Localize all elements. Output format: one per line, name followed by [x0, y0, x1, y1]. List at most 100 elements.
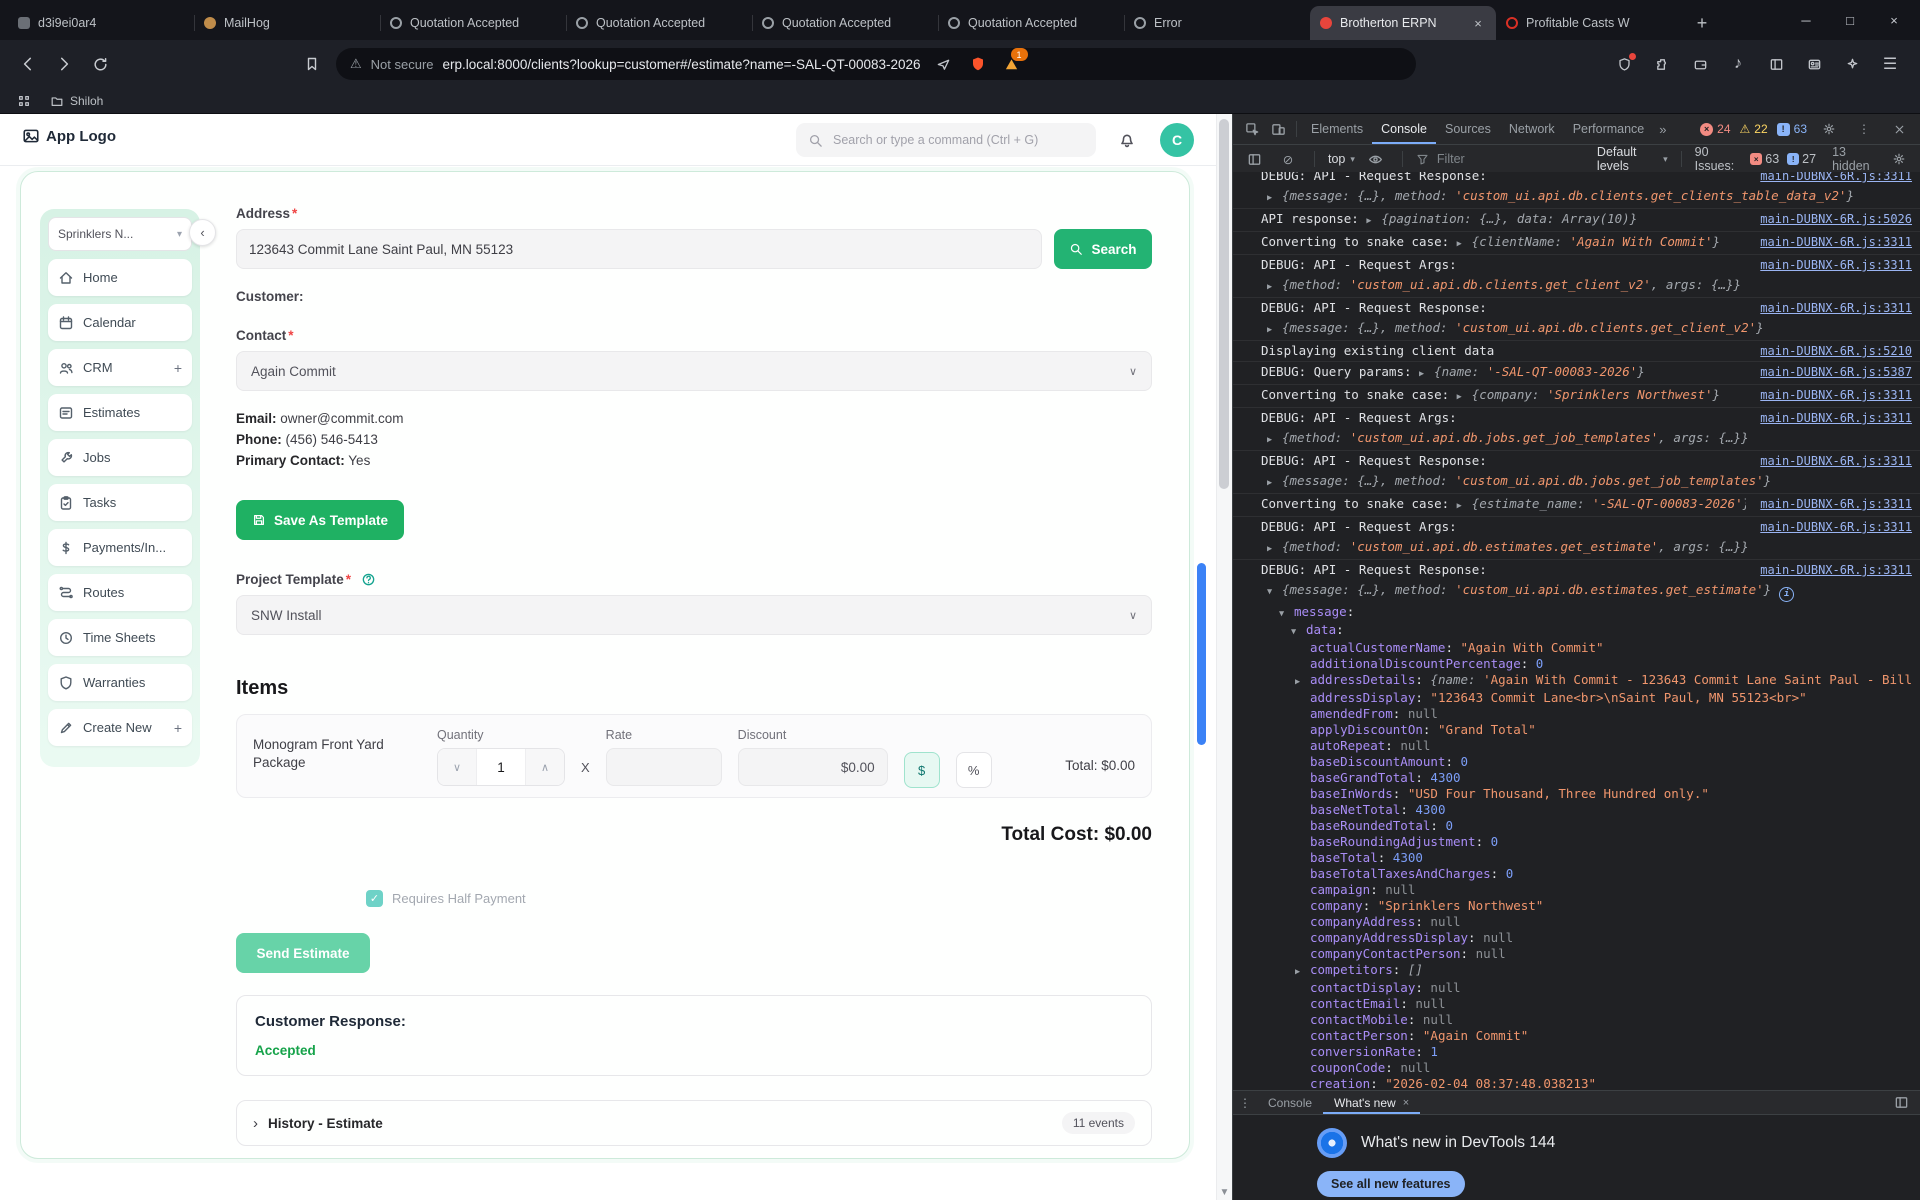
profile-icon[interactable] [1802, 52, 1826, 76]
devtools-tab-sources[interactable]: Sources [1436, 114, 1500, 144]
apps-grid-icon[interactable] [12, 89, 36, 113]
address-input[interactable] [236, 229, 1042, 269]
quantity-increase-button[interactable]: ∧ [526, 749, 564, 785]
source-link[interactable]: main-DUBNX-6R.js:3311 [1746, 234, 1912, 250]
half-payment-checkbox[interactable]: ✓ [366, 890, 383, 907]
url-text[interactable]: erp.local:8000/clients?lookup=customer#/… [443, 57, 921, 72]
expand-arrow-icon[interactable]: ▼ [1291, 624, 1306, 640]
source-link[interactable]: main-DUBNX-6R.js:3311 [1746, 453, 1912, 469]
source-link[interactable]: main-DUBNX-6R.js:5210 [1746, 343, 1912, 359]
back-button[interactable] [12, 48, 44, 80]
sparkle-icon[interactable] [1840, 52, 1864, 76]
address-search-button[interactable]: Search [1054, 229, 1152, 269]
window-maximize-button[interactable]: □ [1828, 3, 1872, 37]
search-input[interactable] [831, 132, 1084, 148]
command-search[interactable] [796, 123, 1096, 157]
live-expression-eye-icon[interactable] [1363, 146, 1389, 172]
bookmark-button[interactable] [296, 48, 328, 80]
sidebar-item-home[interactable]: Home [48, 259, 192, 296]
discount-percent-toggle[interactable]: % [955, 752, 992, 788]
devtools-tab-network[interactable]: Network [1500, 114, 1564, 144]
add-icon[interactable]: + [174, 360, 182, 376]
save-as-template-button[interactable]: Save As Template [236, 500, 405, 540]
drawer-menu-icon[interactable]: ⋮ [1233, 1096, 1257, 1110]
issues-errors-badge[interactable]: × 63 [1750, 152, 1779, 166]
console-settings-icon[interactable] [1886, 146, 1912, 172]
context-selector[interactable]: top ▾ [1328, 152, 1355, 166]
expand-arrow-icon[interactable]: ▶ [1267, 541, 1282, 557]
forward-button[interactable] [48, 48, 80, 80]
expand-arrow-icon[interactable]: ▼ [1279, 606, 1294, 622]
sidebar-item-crm[interactable]: CRM + [48, 349, 192, 386]
source-link[interactable]: main-DUBNX-6R.js:5026 [1746, 211, 1912, 227]
browser-tab[interactable]: Quotation Accepted [752, 6, 938, 40]
browser-tab[interactable]: Quotation Accepted [566, 6, 752, 40]
issues-info-badge[interactable]: ! 27 [1787, 152, 1816, 166]
shield-icon[interactable] [1612, 52, 1636, 76]
brave-rewards-icon[interactable]: 1 [1000, 48, 1028, 76]
avatar[interactable]: C [1160, 123, 1194, 157]
source-link[interactable]: main-DUBNX-6R.js:3311 [1746, 300, 1912, 316]
expand-arrow-icon[interactable]: ▶ [1457, 389, 1472, 405]
new-tab-button[interactable]: + [1688, 9, 1716, 37]
side-panel-icon[interactable] [1764, 52, 1788, 76]
issues-counter[interactable]: ! 63 [1776, 122, 1807, 136]
source-link[interactable]: main-DUBNX-6R.js:3311 [1746, 562, 1912, 578]
sidebar-item-routes[interactable]: Routes [48, 574, 192, 611]
window-minimize-button[interactable]: ─ [1784, 3, 1828, 37]
expand-arrow-icon[interactable]: ▶ [1457, 236, 1472, 252]
issues-label[interactable]: 90 Issues: [1695, 145, 1743, 173]
log-levels-selector[interactable]: Default levels ▾ [1597, 145, 1668, 173]
quantity-decrease-button[interactable]: ∨ [438, 749, 476, 785]
browser-tab[interactable]: Brotherton ERPN × [1310, 6, 1496, 40]
brave-shield-icon[interactable] [966, 52, 990, 76]
info-icon[interactable]: i [1779, 587, 1795, 602]
app-logo[interactable]: App Logo [22, 127, 116, 145]
expand-arrow-icon[interactable]: ▶ [1267, 322, 1282, 338]
rate-input[interactable] [605, 748, 722, 786]
help-icon[interactable] [361, 572, 376, 587]
discount-input[interactable] [737, 748, 888, 786]
bookmark-folder[interactable]: Shiloh [50, 94, 103, 108]
sidebar-item-create-new[interactable]: Create New + [48, 709, 192, 746]
history-accordion[interactable]: › History - Estimate 11 events [236, 1100, 1152, 1146]
wallet-icon[interactable] [1688, 52, 1712, 76]
source-link[interactable]: main-DUBNX-6R.js:3311 [1746, 387, 1912, 403]
error-counter[interactable]: × 24 [1700, 122, 1731, 136]
browser-tab[interactable]: d3i9ei0ar4 [8, 6, 194, 40]
browser-tab[interactable]: Error [1124, 6, 1310, 40]
expand-arrow-icon[interactable]: ▶ [1267, 279, 1282, 295]
window-close-button[interactable]: × [1872, 3, 1916, 37]
close-icon[interactable]: × [1403, 1097, 1409, 1109]
sidebar-item-payments-in[interactable]: Payments/In... [48, 529, 192, 566]
sidebar-item-tasks[interactable]: Tasks [48, 484, 192, 521]
reload-button[interactable] [84, 48, 116, 80]
company-select[interactable]: Sprinklers N... ▾ [48, 217, 192, 251]
sidebar-item-jobs[interactable]: Jobs [48, 439, 192, 476]
source-link[interactable]: main-DUBNX-6R.js:3311 [1746, 410, 1912, 426]
contact-select[interactable]: Again Commit ∨ [236, 351, 1152, 391]
share-icon[interactable] [932, 52, 956, 76]
notifications-bell-icon[interactable] [1118, 130, 1136, 148]
expand-arrow-icon[interactable]: ▶ [1295, 964, 1310, 980]
expand-arrow-icon[interactable]: ▶ [1457, 498, 1472, 514]
scroll-down-arrow[interactable]: ▼ [1217, 1187, 1232, 1198]
discount-dollar-toggle[interactable]: $ [903, 752, 940, 788]
see-all-features-button[interactable]: See all new features [1317, 1171, 1465, 1197]
devtools-kebab-icon[interactable]: ⋮ [1851, 116, 1877, 142]
devtools-close-icon[interactable] [1886, 116, 1912, 142]
expand-arrow-icon[interactable]: ▶ [1295, 674, 1310, 690]
source-link[interactable]: main-DUBNX-6R.js:3311 [1746, 257, 1912, 273]
sidebar-item-time-sheets[interactable]: Time Sheets [48, 619, 192, 656]
warning-counter[interactable]: ⚠ 22 [1740, 122, 1768, 136]
devtools-tab-console[interactable]: Console [1372, 114, 1436, 144]
add-icon[interactable]: + [174, 720, 182, 736]
browser-tab[interactable]: MailHog [194, 6, 380, 40]
expand-arrow-icon[interactable]: ▶ [1267, 475, 1282, 491]
drawer-tab-whatsnew[interactable]: What's new × [1323, 1091, 1420, 1114]
inspect-element-icon[interactable] [1239, 116, 1265, 142]
device-toolbar-icon[interactable] [1265, 116, 1291, 142]
menu-icon[interactable]: ☰ [1878, 52, 1902, 76]
expand-arrow-icon[interactable]: ▼ [1267, 584, 1282, 600]
security-label[interactable]: Not secure [371, 57, 434, 72]
